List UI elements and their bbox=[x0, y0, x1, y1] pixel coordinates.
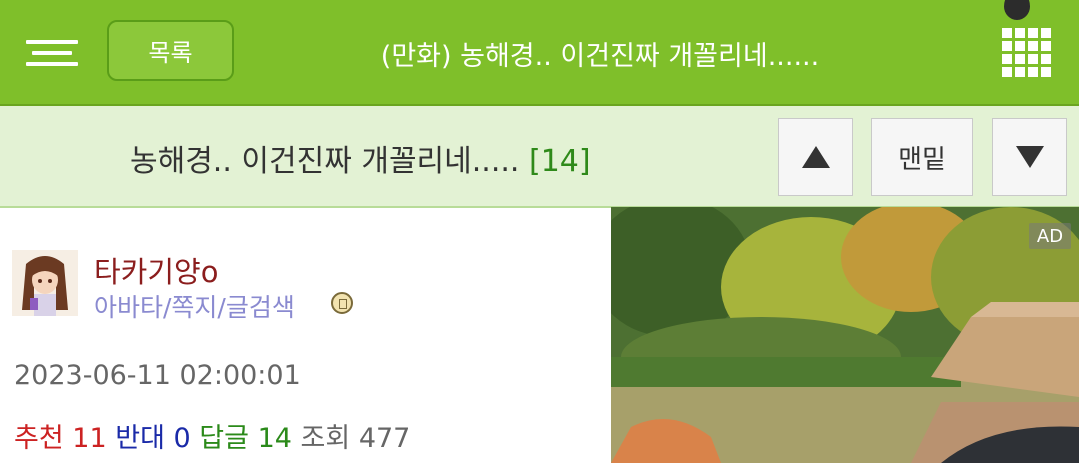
post-title: 농해경.. 이건진짜 개꼴리네..... [14] bbox=[130, 136, 591, 180]
author-name[interactable]: 타카기양o bbox=[94, 249, 218, 291]
oppose-label: 반대 bbox=[115, 423, 165, 454]
medal-icon bbox=[331, 292, 353, 314]
scroll-down-button[interactable] bbox=[992, 118, 1067, 196]
recommend-count: 11 bbox=[72, 423, 107, 454]
post-title-bar: 농해경.. 이건진짜 개꼴리네..... [14] 맨밑 bbox=[0, 106, 1079, 208]
avatar[interactable] bbox=[12, 250, 78, 316]
menu-icon[interactable] bbox=[26, 40, 78, 66]
arrow-down-icon bbox=[1015, 146, 1044, 168]
oppose-count: 0 bbox=[173, 423, 191, 454]
recommend-label: 추천 bbox=[14, 423, 64, 454]
grid-menu-icon[interactable] bbox=[1002, 28, 1052, 77]
top-bar: 목록 (만화) 농해경.. 이건진짜 개꼴리네...... bbox=[0, 0, 1079, 106]
reply-label: 답글 bbox=[199, 423, 249, 454]
post-title-text: 농해경.. 이건진짜 개꼴리네..... bbox=[130, 144, 520, 179]
post-stats: 추천 11 반대 0 답글 14 조회 477 bbox=[14, 416, 410, 455]
ad-image bbox=[611, 207, 1079, 463]
ad-banner[interactable]: AD bbox=[611, 207, 1079, 463]
scroll-up-button[interactable] bbox=[778, 118, 853, 196]
list-button[interactable]: 목록 bbox=[107, 20, 234, 81]
reply-count: 14 bbox=[257, 423, 292, 454]
top-title: (만화) 농해경.. 이건진짜 개꼴리네...... bbox=[380, 41, 820, 72]
notification-drop-icon bbox=[1004, 0, 1030, 20]
comment-count[interactable]: [14] bbox=[529, 144, 591, 179]
post-date: 2023-06-11 02:00:01 bbox=[14, 360, 301, 391]
author-links[interactable]: 아바타/쪽지/글검색 bbox=[94, 288, 295, 324]
view-label: 조회 bbox=[300, 423, 351, 454]
ad-badge: AD bbox=[1029, 223, 1071, 249]
arrow-up-icon bbox=[801, 146, 830, 168]
go-bottom-button[interactable]: 맨밑 bbox=[871, 118, 973, 196]
view-count: 477 bbox=[358, 423, 411, 454]
